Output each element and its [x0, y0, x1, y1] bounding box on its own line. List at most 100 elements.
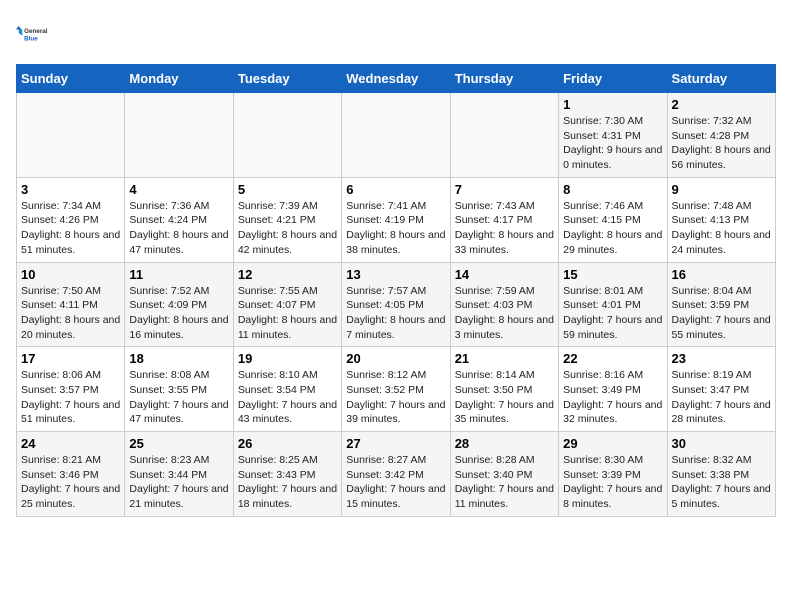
calendar-cell: 21 Sunrise: 8:14 AMSunset: 3:50 PMDayligh… [450, 347, 558, 432]
day-info: Sunrise: 8:14 AMSunset: 3:50 PMDaylight:… [455, 368, 554, 427]
weekday-header-friday: Friday [559, 65, 667, 93]
calendar-cell: 1 Sunrise: 7:30 AMSunset: 4:31 PMDaylight… [559, 93, 667, 178]
calendar-cell: 9Sunrise: 7:48 AMSunset: 4:13 PMDaylight… [667, 177, 775, 262]
day-info: Sunrise: 8:16 AMSunset: 3:49 PMDaylight:… [563, 368, 662, 427]
calendar-table: SundayMondayTuesdayWednesdayThursdayFrid… [16, 64, 776, 517]
day-info: Sunrise: 7:32 AMSunset: 4:28 PMDaylight:… [672, 114, 771, 173]
day-info: Sunrise: 7:50 AMSunset: 4:11 PMDaylight:… [21, 284, 120, 343]
calendar-cell: 14 Sunrise: 7:59 AMSunset: 4:03 PMDayligh… [450, 262, 558, 347]
weekday-header-row: SundayMondayTuesdayWednesdayThursdayFrid… [17, 65, 776, 93]
calendar-cell: 23 Sunrise: 8:19 AMSunset: 3:47 PMDayligh… [667, 347, 775, 432]
day-info: Sunrise: 7:57 AMSunset: 4:05 PMDaylight:… [346, 284, 445, 343]
day-number: 3 [21, 182, 120, 197]
weekday-header-saturday: Saturday [667, 65, 775, 93]
day-info: Sunrise: 8:32 AMSunset: 3:38 PMDaylight:… [672, 453, 771, 512]
calendar-cell: 11 Sunrise: 7:52 AMSunset: 4:09 PMDayligh… [125, 262, 233, 347]
day-info: Sunrise: 7:59 AMSunset: 4:03 PMDaylight:… [455, 284, 554, 343]
day-number: 14 [455, 267, 554, 282]
calendar-cell: 5 Sunrise: 7:39 AMSunset: 4:21 PMDaylight… [233, 177, 341, 262]
calendar-cell: 24 Sunrise: 8:21 AMSunset: 3:46 PMDayligh… [17, 432, 125, 517]
day-number: 11 [129, 267, 228, 282]
calendar-cell [450, 93, 558, 178]
day-info: Sunrise: 7:30 AMSunset: 4:31 PMDaylight:… [563, 114, 662, 173]
day-number: 18 [129, 351, 228, 366]
calendar-cell: 13 Sunrise: 7:57 AMSunset: 4:05 PMDayligh… [342, 262, 450, 347]
day-number: 28 [455, 436, 554, 451]
day-info: Sunrise: 8:10 AMSunset: 3:54 PMDaylight:… [238, 368, 337, 427]
day-info: Sunrise: 7:48 AMSunset: 4:13 PMDaylight:… [672, 199, 771, 258]
day-number: 13 [346, 267, 445, 282]
day-number: 12 [238, 267, 337, 282]
calendar-cell [233, 93, 341, 178]
day-number: 8 [563, 182, 662, 197]
calendar-cell: 19 Sunrise: 8:10 AMSunset: 3:54 PMDayligh… [233, 347, 341, 432]
calendar-cell: 30 Sunrise: 8:32 AMSunset: 3:38 PMDayligh… [667, 432, 775, 517]
day-info: Sunrise: 8:25 AMSunset: 3:43 PMDaylight:… [238, 453, 337, 512]
calendar-cell: 22 Sunrise: 8:16 AMSunset: 3:49 PMDayligh… [559, 347, 667, 432]
day-number: 2 [672, 97, 771, 112]
day-number: 7 [455, 182, 554, 197]
calendar-row-3: 17Sunrise: 8:06 AMSunset: 3:57 PMDayligh… [17, 347, 776, 432]
day-number: 29 [563, 436, 662, 451]
calendar-cell: 27 Sunrise: 8:27 AMSunset: 3:42 PMDayligh… [342, 432, 450, 517]
day-number: 24 [21, 436, 120, 451]
day-number: 26 [238, 436, 337, 451]
calendar-cell: 6Sunrise: 7:41 AMSunset: 4:19 PMDaylight… [342, 177, 450, 262]
day-number: 5 [238, 182, 337, 197]
day-info: Sunrise: 8:28 AMSunset: 3:40 PMDaylight:… [455, 453, 554, 512]
calendar-cell: 2 Sunrise: 7:32 AMSunset: 4:28 PMDaylight… [667, 93, 775, 178]
day-info: Sunrise: 7:55 AMSunset: 4:07 PMDaylight:… [238, 284, 337, 343]
calendar-cell [342, 93, 450, 178]
weekday-header-sunday: Sunday [17, 65, 125, 93]
day-number: 1 [563, 97, 662, 112]
svg-text:Blue: Blue [24, 35, 38, 42]
day-number: 19 [238, 351, 337, 366]
day-info: Sunrise: 8:08 AMSunset: 3:55 PMDaylight:… [129, 368, 228, 427]
day-info: Sunrise: 8:12 AMSunset: 3:52 PMDaylight:… [346, 368, 445, 427]
calendar-cell: 3 Sunrise: 7:34 AMSunset: 4:26 PMDaylight… [17, 177, 125, 262]
day-info: Sunrise: 8:27 AMSunset: 3:42 PMDaylight:… [346, 453, 445, 512]
calendar-cell: 10Sunrise: 7:50 AMSunset: 4:11 PMDayligh… [17, 262, 125, 347]
day-number: 15 [563, 267, 662, 282]
calendar-cell: 7 Sunrise: 7:43 AMSunset: 4:17 PMDaylight… [450, 177, 558, 262]
day-number: 16 [672, 267, 771, 282]
day-number: 21 [455, 351, 554, 366]
day-info: Sunrise: 7:34 AMSunset: 4:26 PMDaylight:… [21, 199, 120, 258]
calendar-cell: 28 Sunrise: 8:28 AMSunset: 3:40 PMDayligh… [450, 432, 558, 517]
calendar-cell: 12 Sunrise: 7:55 AMSunset: 4:07 PMDayligh… [233, 262, 341, 347]
weekday-header-thursday: Thursday [450, 65, 558, 93]
weekday-header-monday: Monday [125, 65, 233, 93]
day-info: Sunrise: 8:01 AMSunset: 4:01 PMDaylight:… [563, 284, 662, 343]
logo: GeneralBlue [16, 16, 52, 52]
calendar-cell [125, 93, 233, 178]
weekday-header-wednesday: Wednesday [342, 65, 450, 93]
svg-text:General: General [24, 28, 48, 35]
day-number: 30 [672, 436, 771, 451]
day-info: Sunrise: 8:23 AMSunset: 3:44 PMDaylight:… [129, 453, 228, 512]
calendar-row-1: 3 Sunrise: 7:34 AMSunset: 4:26 PMDaylight… [17, 177, 776, 262]
calendar-cell: 25 Sunrise: 8:23 AMSunset: 3:44 PMDayligh… [125, 432, 233, 517]
day-info: Sunrise: 7:43 AMSunset: 4:17 PMDaylight:… [455, 199, 554, 258]
calendar-row-2: 10Sunrise: 7:50 AMSunset: 4:11 PMDayligh… [17, 262, 776, 347]
day-info: Sunrise: 7:39 AMSunset: 4:21 PMDaylight:… [238, 199, 337, 258]
calendar-cell: 26 Sunrise: 8:25 AMSunset: 3:43 PMDayligh… [233, 432, 341, 517]
calendar-cell: 16Sunrise: 8:04 AMSunset: 3:59 PMDayligh… [667, 262, 775, 347]
day-info: Sunrise: 8:21 AMSunset: 3:46 PMDaylight:… [21, 453, 120, 512]
day-number: 25 [129, 436, 228, 451]
day-info: Sunrise: 7:52 AMSunset: 4:09 PMDaylight:… [129, 284, 228, 343]
calendar-cell: 4Sunrise: 7:36 AMSunset: 4:24 PMDaylight… [125, 177, 233, 262]
calendar-cell: 15 Sunrise: 8:01 AMSunset: 4:01 PMDayligh… [559, 262, 667, 347]
day-info: Sunrise: 8:19 AMSunset: 3:47 PMDaylight:… [672, 368, 771, 427]
calendar-cell [17, 93, 125, 178]
header: GeneralBlue [16, 16, 776, 52]
day-number: 22 [563, 351, 662, 366]
day-info: Sunrise: 7:41 AMSunset: 4:19 PMDaylight:… [346, 199, 445, 258]
day-number: 23 [672, 351, 771, 366]
calendar-cell: 17Sunrise: 8:06 AMSunset: 3:57 PMDayligh… [17, 347, 125, 432]
weekday-header-tuesday: Tuesday [233, 65, 341, 93]
day-number: 20 [346, 351, 445, 366]
logo-icon: GeneralBlue [16, 16, 52, 52]
day-number: 27 [346, 436, 445, 451]
calendar-cell: 29Sunrise: 8:30 AMSunset: 3:39 PMDayligh… [559, 432, 667, 517]
day-info: Sunrise: 7:36 AMSunset: 4:24 PMDaylight:… [129, 199, 228, 258]
